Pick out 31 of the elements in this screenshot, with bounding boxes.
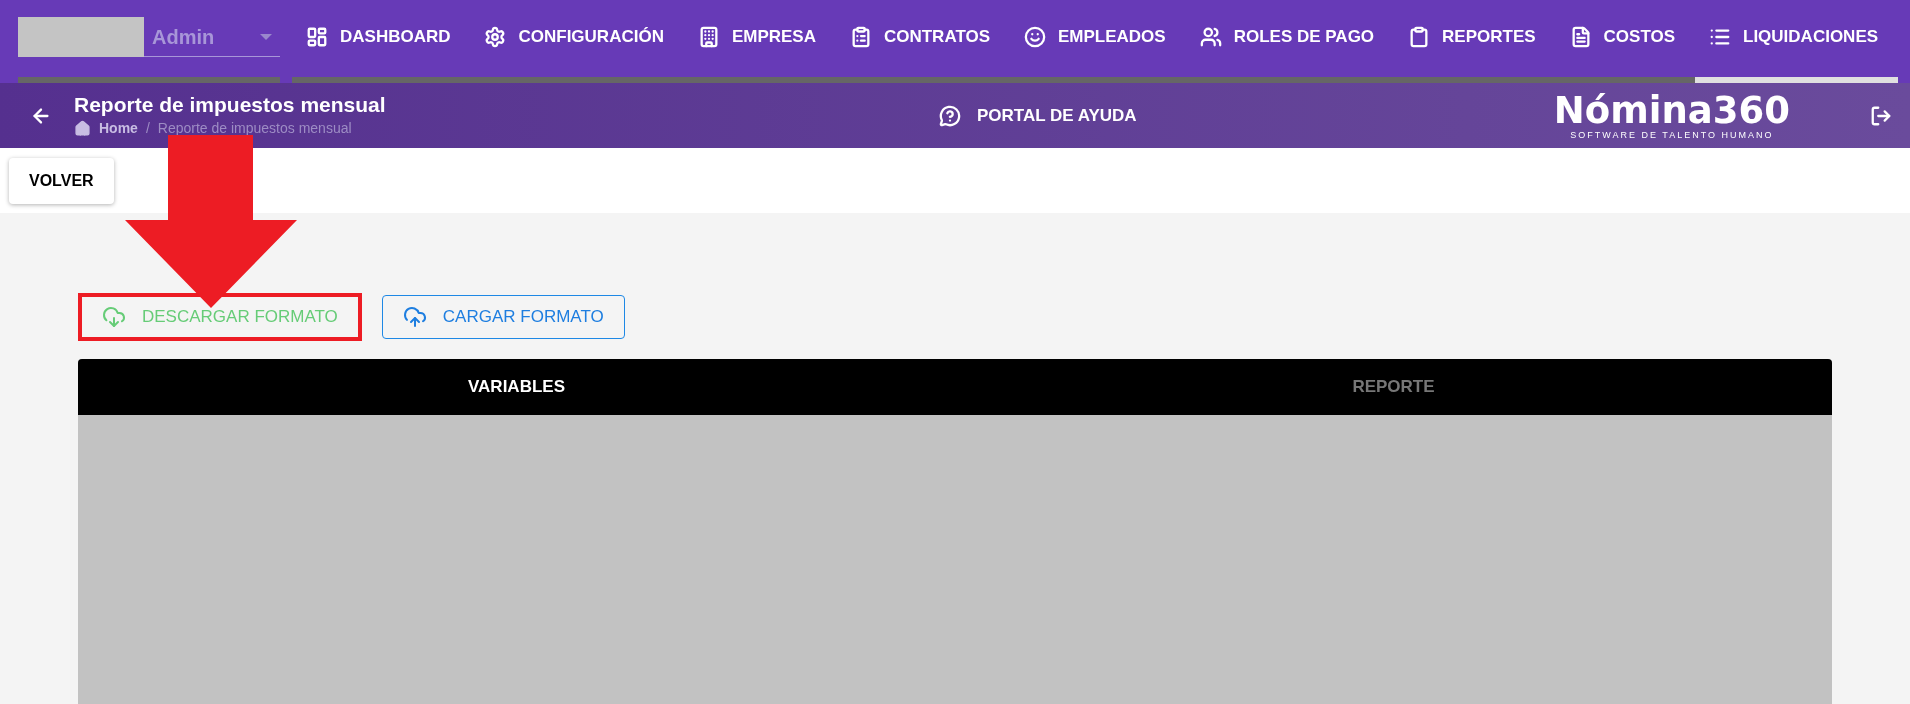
list-icon [1709,26,1731,48]
nav-tab[interactable]: ROLES DE PAGO [1185,14,1395,64]
report-tab[interactable]: VARIABLES [78,359,955,415]
nav-tab[interactable]: CONFIGURACIÓN [470,14,684,64]
cloud-download-icon [102,305,126,329]
settings-icon [484,26,507,48]
cloud-upload-icon [402,305,427,329]
down-arrow-icon [125,135,297,308]
page-title: Reporte de impuestos mensual [74,92,387,118]
users-icon [1199,26,1222,48]
nav-tab[interactable]: COSTOS [1555,14,1695,64]
brand-logo: Nómina360 SOFTWARE DE TALENTO HUMANO [1553,91,1790,140]
breadcrumb-current: Reporte de impuestos mensual [157,119,352,138]
home-icon [74,120,91,137]
breadcrumb-link[interactable]: Home [99,118,138,139]
help-icon [939,104,961,127]
smiley-icon [1024,26,1046,48]
breadcrumb-separator: / [145,119,150,138]
nav-tab[interactable]: REPORTES [1394,14,1556,64]
back-button[interactable]: VOLVER [9,157,114,204]
nav-tab[interactable]: CONTRATOS [835,14,1010,64]
caret-icon [260,33,272,40]
nav-tab[interactable]: DASHBOARD [292,14,471,64]
nav-tab[interactable]: LIQUIDACIONES [1695,14,1899,64]
nav-tab[interactable]: EMPRESA [683,14,836,64]
nav-tab[interactable]: EMPLEADOS [1010,14,1186,64]
dashboard-icon [306,26,328,48]
report-tab[interactable]: REPORTE [955,359,1832,415]
help-portal-link[interactable]: PORTAL DE AYUDA [939,102,1137,129]
logout-icon[interactable] [1870,104,1892,127]
upload-format-button[interactable]: CARGAR FORMATO [381,295,625,339]
